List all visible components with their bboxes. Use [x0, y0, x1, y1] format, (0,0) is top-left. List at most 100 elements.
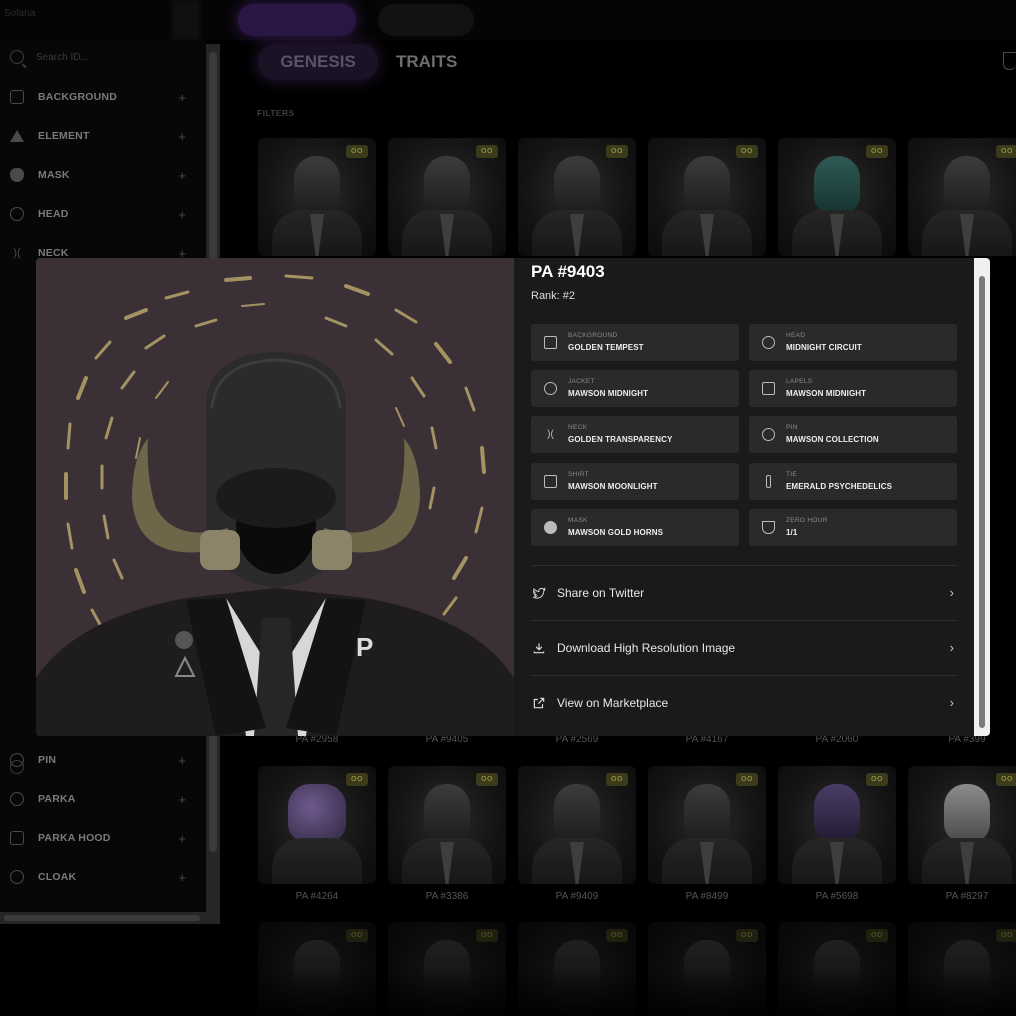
trait-value: MAWSON MIDNIGHT — [568, 389, 649, 398]
chevron-right-icon: › — [949, 640, 954, 655]
nft-card[interactable]: OO — [388, 138, 506, 256]
trait-type: HEAD — [786, 332, 806, 339]
trait-card-mask[interactable]: MASK MAWSON GOLD HORNS — [531, 509, 739, 546]
nft-card[interactable]: OO — [518, 138, 636, 256]
scrollbar-thumb[interactable] — [979, 276, 985, 728]
nft-card[interactable]: OO — [908, 138, 1016, 256]
tab-genesis[interactable]: GENESIS — [258, 44, 378, 80]
plus-icon[interactable]: + — [178, 753, 186, 768]
trait-value: MAWSON COLLECTION — [786, 435, 879, 444]
download-icon — [533, 642, 545, 653]
nft-card-label: PA #3386 — [425, 891, 469, 902]
trait-value: EMERALD PSYCHEDELICS — [786, 482, 893, 491]
trait-card-lapels[interactable]: LAPELS MAWSON MIDNIGHT — [749, 370, 957, 407]
trait-card-head[interactable]: HEAD MIDNIGHT CIRCUIT — [749, 324, 957, 361]
trait-card-zero-hour[interactable]: ZERO HOUR 1/1 — [749, 509, 957, 546]
brand-label: Solana — [4, 8, 36, 19]
trait-value: MIDNIGHT CIRCUIT — [786, 343, 862, 352]
action-label: Download High Resolution Image — [557, 640, 736, 655]
trait-value: MAWSON MOONLIGHT — [568, 482, 658, 491]
filter-parka-hood[interactable]: PARKA HOOD + — [0, 825, 206, 851]
rarity-badge: OO — [606, 773, 628, 786]
head-icon — [762, 336, 775, 349]
trait-type: PIN — [786, 424, 798, 431]
trait-card-pin[interactable]: PIN MAWSON COLLECTION — [749, 416, 957, 453]
modal-scrollbar[interactable] — [974, 258, 990, 736]
action-label: View on Marketplace — [557, 695, 669, 710]
avatar — [944, 156, 990, 214]
filter-parka[interactable]: PARKA + — [0, 786, 206, 812]
plus-icon[interactable]: + — [178, 207, 186, 222]
nft-detail-panel: PA #9403 Rank: #2 BACKGROUND GOLDEN TEMP… — [514, 258, 974, 736]
filters-heading: FILTERS — [257, 108, 295, 118]
rarity-badge: OO — [866, 145, 888, 158]
sidebar-horizontal-scrollbar[interactable] — [0, 912, 220, 924]
rarity-badge: OO — [866, 929, 888, 942]
avatar — [814, 784, 860, 842]
share-twitter-button[interactable]: Share on Twitter › — [531, 565, 958, 619]
top-bar: Solana — [0, 0, 1016, 40]
trait-card-tie[interactable]: TIE EMERALD PSYCHEDELICS — [749, 463, 957, 500]
trait-card-jacket[interactable]: JACKET MAWSON MIDNIGHT — [531, 370, 739, 407]
nft-card[interactable]: OO — [518, 766, 636, 884]
filter-head[interactable]: HEAD + — [0, 201, 206, 227]
filter-label: PARKA — [38, 793, 76, 805]
plus-icon[interactable]: + — [178, 792, 186, 807]
trait-card-shirt[interactable]: SHIRT MAWSON MOONLIGHT — [531, 463, 739, 500]
nft-detail-modal: P PA #9403 Rank: #2 BACKGROUND GOLDEN TE… — [36, 258, 990, 736]
nft-card[interactable]: OO — [258, 766, 376, 884]
trait-card-background[interactable]: BACKGROUND GOLDEN TEMPEST — [531, 324, 739, 361]
trait-type: NECK — [568, 424, 588, 431]
trait-type: ZERO HOUR — [786, 517, 828, 524]
rarity-badge: OO — [476, 929, 498, 942]
nft-card[interactable]: OO — [648, 138, 766, 256]
action-label: Share on Twitter — [557, 585, 645, 600]
trait-type: LAPELS — [786, 378, 813, 385]
avatar — [288, 784, 346, 842]
filter-cloak[interactable]: CLOAK + — [0, 864, 206, 890]
avatar — [294, 156, 340, 214]
nft-card[interactable]: OO — [778, 138, 896, 256]
twitter-icon — [532, 586, 546, 599]
search-input[interactable] — [36, 51, 186, 63]
rarity-badge: OO — [606, 145, 628, 158]
svg-text:P: P — [356, 632, 373, 662]
avatar — [554, 156, 600, 214]
nft-card[interactable]: OO — [258, 138, 376, 256]
plus-icon[interactable]: + — [178, 90, 186, 105]
rarity-badge: OO — [736, 145, 758, 158]
top-nav-pill[interactable] — [378, 4, 474, 36]
nft-card[interactable]: OO — [388, 766, 506, 884]
image-icon — [10, 90, 24, 104]
nft-card[interactable]: OO — [778, 766, 896, 884]
plus-icon[interactable]: + — [178, 129, 186, 144]
trait-card-neck[interactable]: )( NECK GOLDEN TRANSPARENCY — [531, 416, 739, 453]
trophy-icon[interactable] — [1003, 52, 1016, 70]
filter-background[interactable]: BACKGROUND + — [0, 84, 206, 110]
trait-value: MAWSON GOLD HORNS — [568, 528, 664, 537]
tab-traits[interactable]: TRAITS — [396, 44, 457, 80]
plus-icon[interactable]: + — [178, 168, 186, 183]
view-marketplace-button[interactable]: View on Marketplace › — [531, 675, 958, 729]
avatar — [684, 784, 730, 842]
plus-icon[interactable]: + — [178, 870, 186, 885]
plus-icon[interactable]: + — [178, 831, 186, 846]
rarity-badge: OO — [346, 773, 368, 786]
top-nav-pill-active[interactable] — [238, 4, 356, 36]
nft-card[interactable]: OO — [908, 766, 1016, 884]
nft-card[interactable]: OO — [648, 766, 766, 884]
nft-card-label: PA #9409 — [555, 891, 599, 902]
head-icon — [10, 207, 24, 221]
filter-element[interactable]: ELEMENT + — [0, 123, 206, 149]
avatar — [814, 156, 860, 214]
filter-pin[interactable]: PIN + — [0, 747, 206, 773]
filter-mask[interactable]: MASK + — [0, 162, 206, 188]
download-image-button[interactable]: Download High Resolution Image › — [531, 620, 958, 674]
scrollbar-thumb[interactable] — [4, 915, 200, 921]
nft-card-label: PA #5698 — [815, 891, 859, 902]
avatar — [684, 156, 730, 214]
shirt-icon — [544, 475, 557, 488]
nft-artwork: P — [36, 258, 514, 736]
filter-label: CLOAK — [38, 871, 77, 883]
rarity-badge: OO — [476, 145, 498, 158]
